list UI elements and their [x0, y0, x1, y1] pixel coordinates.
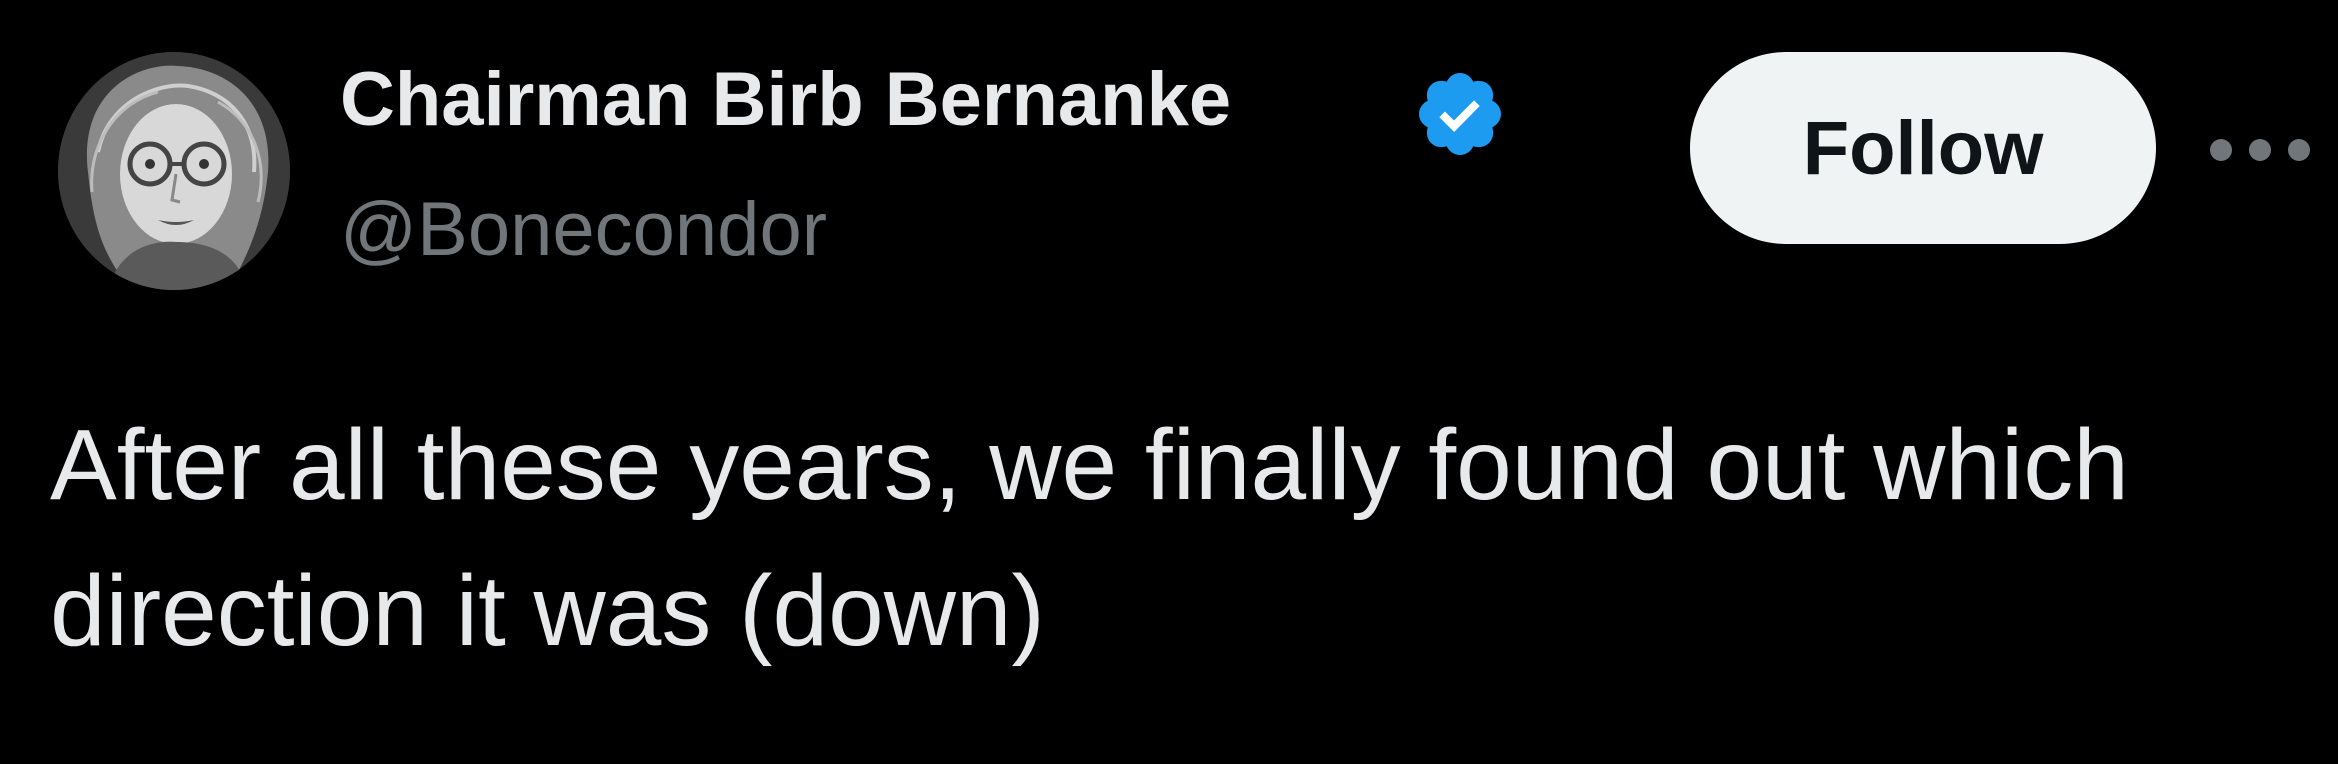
more-dot: [2288, 139, 2310, 161]
more-dot: [2210, 139, 2232, 161]
author-handle[interactable]: @Bonecondor: [340, 192, 827, 268]
avatar-image: [58, 52, 290, 290]
more-options-icon[interactable]: [2210, 120, 2310, 180]
more-dot: [2249, 139, 2271, 161]
author-display-name[interactable]: Chairman Birb Bernanke: [340, 62, 1231, 138]
follow-button[interactable]: Follow: [1690, 52, 2156, 244]
tweet-card: Chairman Birb Bernanke @Bonecondor Follo…: [0, 0, 2338, 764]
avatar[interactable]: [58, 52, 290, 290]
tweet-text: After all these years, we finally found …: [50, 409, 2129, 667]
verified-badge-icon[interactable]: [1412, 66, 1508, 162]
